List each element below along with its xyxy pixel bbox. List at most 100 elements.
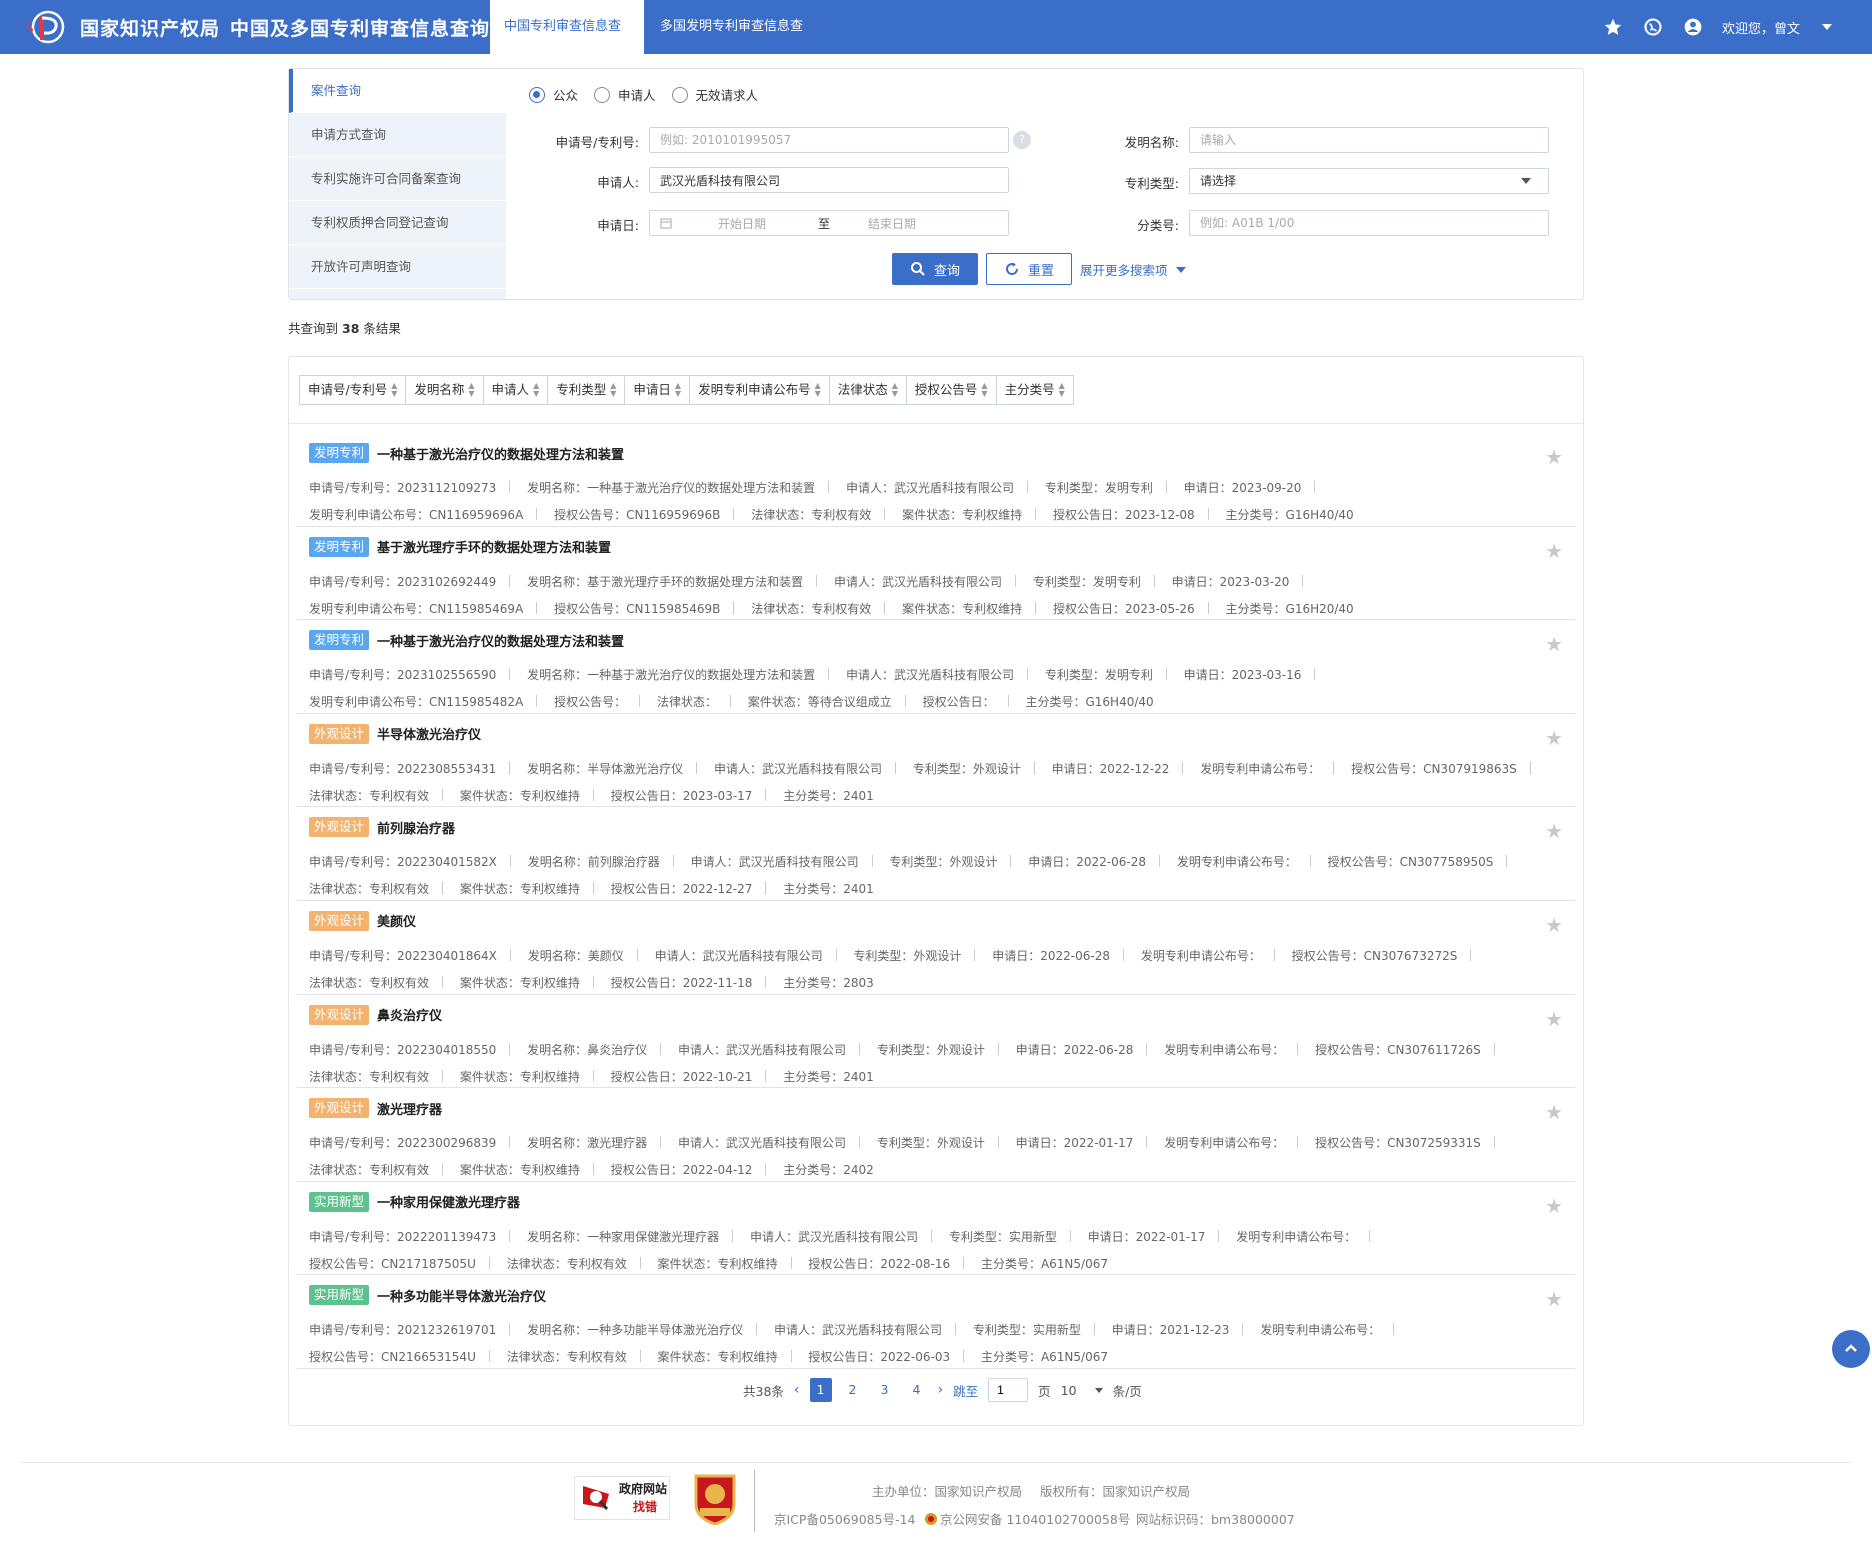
chevron-down-icon[interactable] (1521, 178, 1531, 184)
invention-name-label: 发明名称: (1124, 135, 1179, 150)
pagination-total: 共38条 (743, 1383, 784, 1399)
help-icon[interactable]: ? (1013, 131, 1031, 149)
radio-invalidation-requester[interactable]: 无效请求人 (671, 85, 758, 104)
side-item-pledge-contract[interactable]: 专利权质押合同登记查询 (289, 201, 506, 245)
result-title-link[interactable]: 一种家用保健激光理疗器 (377, 1192, 520, 1211)
detail-field: 法律状态： (657, 695, 744, 709)
favorite-star-icon[interactable]: ★ (1545, 1287, 1563, 1311)
detail-field: 法律状态：专利权有效 (309, 1069, 456, 1084)
app-no-input[interactable] (649, 127, 1009, 153)
detail-field-text: 授权公告号：CN307673272S (1291, 948, 1458, 963)
radio-unchecked-icon[interactable] (671, 86, 688, 103)
tab-china-patent-query[interactable]: 中国专利审查信息查询 (490, 0, 644, 88)
favorite-star-icon[interactable]: ★ (1545, 726, 1563, 750)
result-item: 外观设计 美颜仪 ★ 申请号/专利号：202230401864X 发明名称：美颜仪 申… (297, 901, 1575, 995)
favorite-star-icon[interactable]: ★ (1545, 539, 1563, 563)
field-separator (1493, 1042, 1495, 1055)
page-size-select[interactable]: 10 (1061, 1383, 1103, 1398)
globe-icon[interactable] (1642, 16, 1664, 38)
badge-gov-line1: 政府网站 (619, 1482, 668, 1496)
class-input[interactable] (1189, 210, 1549, 236)
detail-field-text: 案件状态：专利权维持 (459, 788, 580, 803)
prev-page-icon[interactable]: ‹ (794, 1382, 800, 1398)
favorite-star-icon[interactable]: ★ (1545, 632, 1563, 656)
sort-button[interactable]: 授权公告号 ▲ ▼ (907, 376, 997, 404)
star-icon[interactable] (1602, 16, 1624, 38)
result-title-link[interactable]: 半导体激光治疗仪 (377, 724, 481, 743)
tab-multi-country-query[interactable]: 多国发明专利审查信息查询 (646, 0, 826, 88)
radio-applicant[interactable]: 申请人 (594, 85, 656, 104)
date-range-picker[interactable]: 开始日期 至 结束日期 (649, 210, 1009, 236)
side-item-case-query[interactable]: 案件查询 (289, 69, 506, 113)
page-1[interactable]: 1 (809, 1378, 832, 1402)
sort-button[interactable]: 发明名称 ▲ ▼ (406, 376, 484, 404)
result-title-link[interactable]: 激光理疗器 (377, 1099, 442, 1118)
result-title-link[interactable]: 一种多功能半导体激光治疗仪 (377, 1286, 546, 1305)
result-title-link[interactable]: 美颜仪 (377, 911, 416, 930)
side-item-open-license[interactable]: 开放许可声明查询 (289, 245, 506, 289)
detail-field: 申请日：2021-12-23 (1112, 1323, 1257, 1337)
favorite-star-icon[interactable]: ★ (1545, 445, 1563, 469)
patent-type-select[interactable]: 请选择 (1189, 168, 1549, 194)
page-4[interactable]: 4 (906, 1378, 928, 1402)
field-separator (765, 788, 767, 801)
side-item-license-contract[interactable]: 专利实施许可合同备案查询 (289, 157, 506, 201)
result-title-link[interactable]: 前列腺治疗器 (377, 818, 455, 837)
field-separator (974, 948, 976, 961)
field-separator (509, 761, 511, 774)
page-2[interactable]: 2 (842, 1378, 864, 1402)
jump-page-input[interactable] (988, 1378, 1029, 1402)
sort-button[interactable]: 发明专利申请公布号 ▲ ▼ (690, 376, 830, 404)
more-search-options-link[interactable]: 展开更多搜索项 (1080, 260, 1186, 279)
party-gov-badge-icon[interactable] (690, 1470, 740, 1526)
field-separator (790, 1350, 792, 1363)
favorite-star-icon[interactable]: ★ (1545, 1194, 1563, 1218)
detail-field: 发明专利申请公布号： (1164, 1136, 1311, 1150)
date-start-placeholder[interactable]: 开始日期 (718, 215, 818, 232)
detail-field-text: 申请人：武汉光盾科技有限公司 (690, 855, 859, 870)
date-end-placeholder[interactable]: 结束日期 (868, 215, 916, 232)
back-to-top-button[interactable] (1832, 1330, 1870, 1368)
result-title-link[interactable]: 鼻炎治疗仪 (377, 1005, 442, 1024)
favorite-star-icon[interactable]: ★ (1545, 913, 1563, 937)
invention-name-input[interactable] (1189, 127, 1549, 153)
sort-arrows-icon: ▲ ▼ (533, 381, 540, 398)
result-title-link[interactable]: 基于激光理疗手环的数据处理方法和装置 (377, 537, 611, 556)
sort-button[interactable]: 主分类号 ▲ ▼ (997, 376, 1073, 404)
field-separator (1309, 855, 1311, 868)
sort-arrows-icon: ▲ ▼ (468, 381, 475, 398)
welcome-user[interactable]: 欢迎您，曾文 (1722, 18, 1800, 37)
footer-police-link[interactable]: 京公网安备 11040102700058号 (924, 1509, 1130, 1528)
side-item-application-method[interactable]: 申请方式查询 (289, 113, 506, 157)
favorite-star-icon[interactable]: ★ (1545, 1100, 1563, 1124)
next-page-icon[interactable]: › (938, 1382, 944, 1398)
sort-button[interactable]: 申请日 ▲ ▼ (625, 376, 691, 404)
sort-arrows-icon: ▲ ▼ (814, 381, 821, 398)
sort-button[interactable]: 申请号/专利号 ▲ ▼ (300, 376, 407, 404)
sort-button[interactable]: 专利类型 ▲ ▼ (548, 376, 626, 404)
sort-button[interactable]: 申请人 ▲ ▼ (484, 376, 549, 404)
applicant-input[interactable] (649, 167, 1009, 193)
gov-website-error-badge[interactable]: 政府网站 找错 (574, 1476, 670, 1520)
field-separator (592, 882, 594, 895)
favorite-star-icon[interactable]: ★ (1545, 819, 1563, 843)
detail-field: 申请日：2023-03-20 (1172, 574, 1317, 589)
user-icon[interactable] (1682, 16, 1704, 38)
radio-checked-icon[interactable] (529, 86, 545, 103)
field-separator (1302, 574, 1304, 587)
favorite-star-icon[interactable]: ★ (1545, 1007, 1563, 1031)
page-3[interactable]: 3 (874, 1378, 896, 1402)
sort-button[interactable]: 法律状态 ▲ ▼ (830, 376, 907, 404)
query-button[interactable]: 查询 (892, 253, 978, 285)
footer-icp-link[interactable]: 京ICP备05069085号-14 (774, 1509, 916, 1528)
radio-public[interactable]: 公众 (529, 85, 578, 104)
detail-field-text: 案件状态：专利权维持 (459, 1163, 580, 1178)
chevron-down-icon[interactable] (1094, 1387, 1103, 1393)
reset-button[interactable]: 重置 (986, 253, 1072, 285)
chevron-down-icon[interactable] (1822, 24, 1832, 30)
field-separator (696, 761, 698, 774)
radio-unchecked-icon[interactable] (594, 86, 611, 103)
detail-field: 发明专利申请公布号：CN115985482A (309, 695, 550, 709)
result-title-link[interactable]: 一种基于激光治疗仪的数据处理方法和装置 (377, 631, 624, 650)
result-title-link[interactable]: 一种基于激光治疗仪的数据处理方法和装置 (377, 444, 624, 463)
